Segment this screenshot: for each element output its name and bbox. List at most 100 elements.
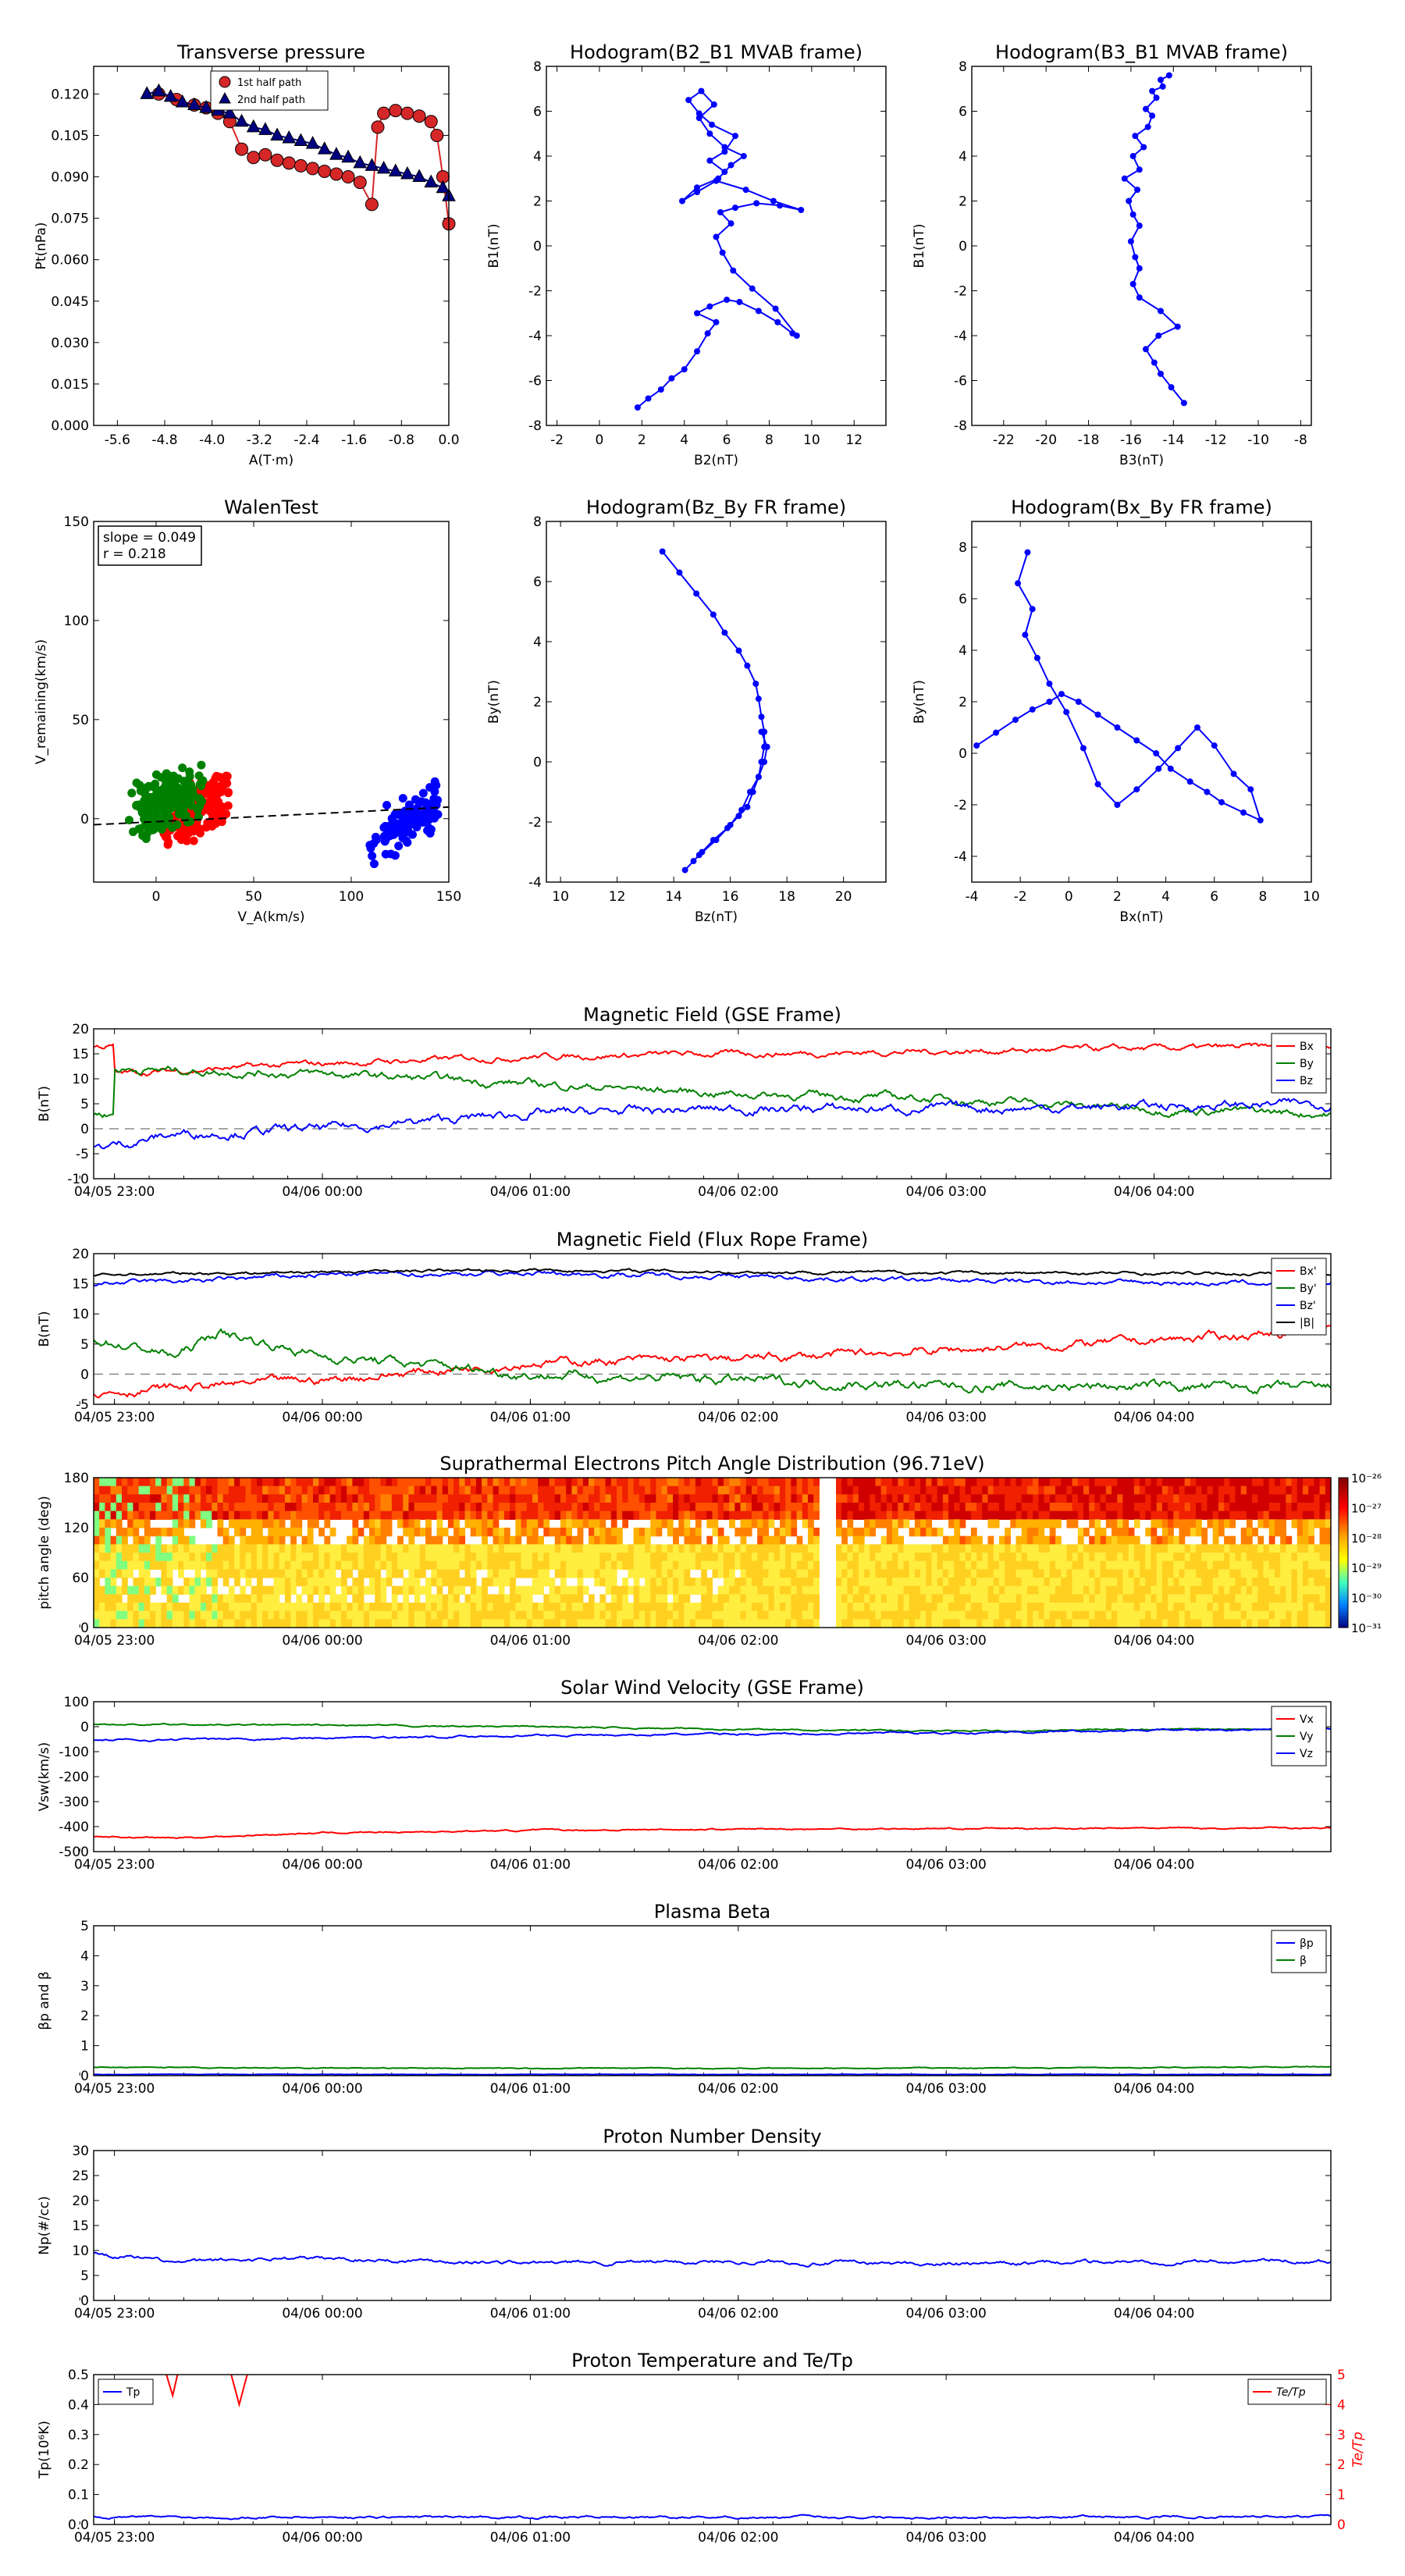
heatmap-cell [605,1560,612,1570]
heatmap-cell [841,1619,848,1628]
heatmap-cell [200,1619,207,1628]
heatmap-cell [1151,1503,1158,1512]
heatmap-cell [375,1494,382,1503]
heatmap-cell [1268,1485,1275,1495]
heatmap-cell [454,1619,460,1628]
heatmap-cell [1117,1578,1124,1587]
data-point [772,305,779,312]
heatmap-cell [256,1485,263,1495]
heatmap-cell [768,1610,775,1620]
heatmap-cell [1184,1503,1191,1512]
heatmap-cell [1207,1510,1214,1520]
heatmap-cell [937,1485,944,1495]
heatmap-cell [329,1528,336,1537]
heatmap-cell [959,1560,966,1570]
heatmap-cell [1151,1478,1158,1487]
x-tick-label: 8 [765,432,774,448]
heatmap-cell [447,1585,454,1595]
heatmap-cell [122,1478,128,1487]
heatmap-cell [284,1544,291,1553]
heatmap-cell [763,1553,770,1562]
data-point [709,121,716,128]
heatmap-cell [397,1510,404,1520]
heatmap-cell [268,1544,275,1553]
heatmap-cell [380,1503,387,1512]
heatmap-cell [1021,1553,1028,1562]
heatmap-cell [526,1544,533,1553]
heatmap-cell [763,1578,770,1587]
heatmap-cell [998,1503,1005,1512]
heatmap-cell [1033,1594,1039,1603]
heatmap-cell [959,1569,966,1578]
heatmap-cell [127,1503,134,1512]
heatmap-cell [633,1553,640,1562]
heatmap-cell [926,1578,933,1587]
heatmap-cell [779,1578,786,1587]
heatmap-cell [161,1569,168,1578]
heatmap-cell [847,1585,854,1595]
heatmap-cell [347,1569,353,1578]
heatmap-cell [127,1528,134,1537]
heatmap-cell [976,1594,983,1603]
heatmap-cell [723,1569,730,1578]
data-point [1230,770,1237,777]
heatmap-cell [617,1619,623,1628]
heatmap-cell [1010,1485,1017,1495]
heatmap-cell [482,1553,488,1562]
heatmap-cell [903,1603,910,1612]
heatmap-cell [1055,1544,1062,1553]
heatmap-cell [926,1610,933,1620]
heatmap-cell [498,1610,505,1620]
heatmap-cell [487,1560,494,1570]
heatmap-cell [240,1494,247,1503]
heatmap-cell [279,1578,286,1587]
heatmap-cell [532,1510,539,1520]
heatmap-cell [661,1553,668,1562]
heatmap-cell [796,1553,803,1562]
heatmap-cell [610,1594,617,1603]
heatmap-cell [122,1544,128,1553]
heatmap-cell [965,1560,972,1570]
heatmap-cell [1133,1535,1140,1545]
heatmap-cell [347,1494,353,1503]
heatmap-cell [763,1485,770,1495]
heatmap-cell [1263,1619,1270,1628]
heatmap-cell [1246,1619,1253,1628]
heatmap-cell [610,1478,617,1487]
heatmap-cell [436,1478,443,1487]
heatmap-cell [116,1544,123,1553]
heatmap-cell [864,1494,870,1503]
heatmap-cell [178,1510,184,1520]
data-point [153,794,162,803]
heatmap-cell [1224,1494,1230,1503]
heatmap-cell [1077,1594,1084,1603]
heatmap-cell [1016,1603,1023,1612]
heatmap-cell [701,1594,707,1603]
heatmap-cell [622,1560,629,1570]
heatmap-cell [425,1610,432,1620]
heatmap-cell [1105,1510,1112,1520]
heatmap-cell [161,1528,168,1537]
heatmap-cell [554,1553,561,1562]
heatmap-cell [352,1519,359,1528]
heatmap-cell [954,1619,961,1628]
data-point [727,821,734,828]
heatmap-cell [194,1603,201,1612]
heatmap-cell [521,1619,528,1628]
heatmap-cell [571,1510,578,1520]
heatmap-cell [745,1569,752,1578]
heatmap-cell [1038,1544,1045,1553]
heatmap-cell [745,1594,752,1603]
heatmap-cell [909,1494,916,1503]
heatmap-cell [110,1603,117,1612]
heatmap-cell [791,1544,798,1553]
heatmap-cell [886,1619,893,1628]
y-tick-label: -100 [59,1745,89,1760]
heatmap-cell [279,1619,286,1628]
heatmap-cell [318,1478,325,1487]
heatmap-cell [852,1619,859,1628]
heatmap-cell [1038,1528,1045,1537]
heatmap-cell [841,1503,848,1512]
heatmap-cell [605,1478,612,1487]
heatmap-cell [166,1610,173,1620]
